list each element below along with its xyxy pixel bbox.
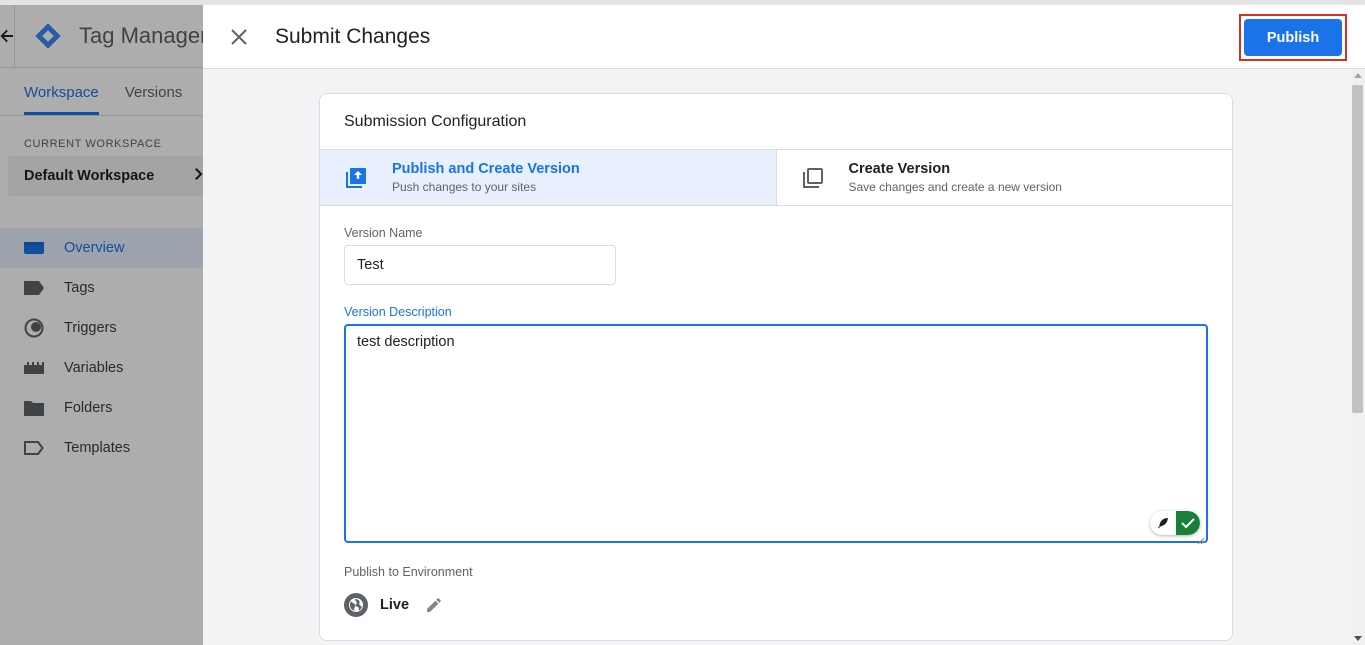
option-name: Create Version	[848, 161, 951, 177]
close-icon[interactable]	[227, 25, 251, 49]
environment-name: Live	[380, 597, 410, 613]
environment-row: Live	[344, 593, 1208, 617]
submit-changes-dialog: Submit Changes Publish Submission Config…	[203, 5, 1365, 645]
scroll-down-arrow-icon[interactable]	[1354, 636, 1362, 641]
version-name-label: Version Name	[344, 226, 423, 240]
copy-version-icon	[801, 166, 825, 190]
publish-environment-label: Publish to Environment	[344, 565, 473, 579]
version-description-label: Version Description	[344, 305, 452, 319]
option-description: Push changes to your sites	[392, 180, 537, 194]
feather-icon[interactable]	[1150, 511, 1176, 535]
dialog-title: Submit Changes	[275, 24, 431, 48]
option-create-version[interactable]: Create Version Save changes and create a…	[775, 150, 1233, 205]
grammar-extension-widget[interactable]	[1150, 511, 1200, 535]
dialog-header: Submit Changes Publish	[203, 5, 1365, 69]
publish-highlight-box: Publish	[1239, 14, 1347, 61]
version-name-input[interactable]	[344, 245, 616, 285]
option-description: Save changes and create a new version	[848, 180, 1062, 194]
modal-scrim[interactable]	[0, 5, 203, 645]
edit-pencil-icon[interactable]	[425, 596, 443, 614]
globe-icon	[344, 593, 368, 617]
publish-upload-icon	[344, 166, 368, 190]
version-description-input[interactable]: test description	[346, 326, 1206, 541]
resize-grip-icon[interactable]	[1197, 532, 1205, 545]
option-name: Publish and Create Version	[392, 161, 580, 177]
card-title: Submission Configuration	[344, 112, 527, 130]
scroll-up-arrow-icon[interactable]	[1354, 73, 1362, 78]
version-form: Version Name Version Description test de…	[320, 206, 1232, 617]
version-description-field: test description	[344, 324, 1208, 545]
environment-section: Publish to Environment Live	[344, 565, 1208, 617]
submission-options: Publish and Create Version Push changes …	[320, 149, 1232, 206]
submission-configuration-card: Submission Configuration Publish and Cre…	[319, 93, 1233, 641]
option-publish-and-create-version[interactable]: Publish and Create Version Push changes …	[320, 150, 776, 205]
publish-button[interactable]: Publish	[1244, 19, 1342, 56]
vertical-scrollbar[interactable]	[1350, 69, 1365, 645]
dialog-content[interactable]: Submission Configuration Publish and Cre…	[203, 69, 1365, 645]
scroll-thumb[interactable]	[1352, 85, 1363, 413]
